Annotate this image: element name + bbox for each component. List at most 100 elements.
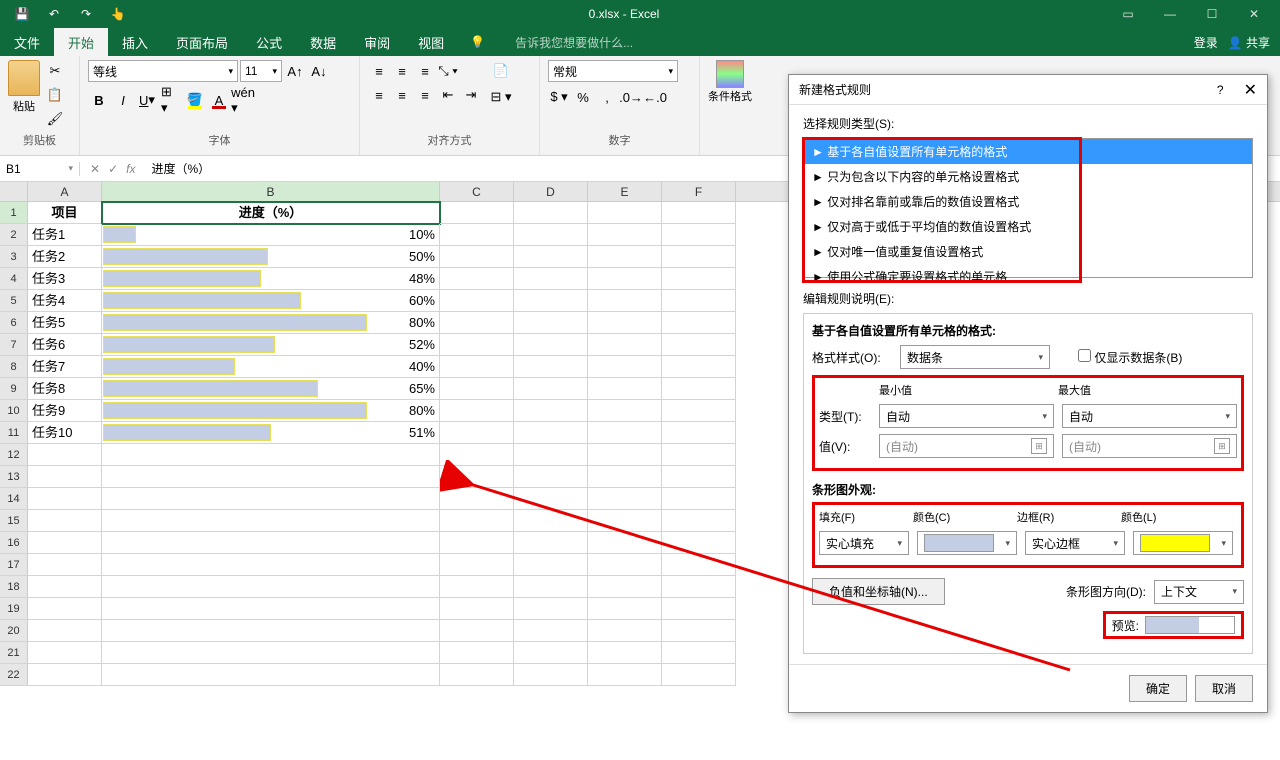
- cell[interactable]: [514, 356, 588, 378]
- cell[interactable]: [440, 620, 514, 642]
- cell[interactable]: [662, 268, 736, 290]
- row-header[interactable]: 9: [0, 378, 28, 400]
- ok-button[interactable]: 确定: [1129, 675, 1187, 702]
- cell[interactable]: [102, 576, 440, 598]
- row-header[interactable]: 3: [0, 246, 28, 268]
- min-type-combo[interactable]: 自动▾: [879, 404, 1054, 428]
- cell[interactable]: [514, 620, 588, 642]
- cell[interactable]: [588, 598, 662, 620]
- comma-icon[interactable]: ,: [596, 86, 618, 108]
- cell[interactable]: [514, 466, 588, 488]
- cell[interactable]: [588, 334, 662, 356]
- cell[interactable]: [588, 312, 662, 334]
- bar-direction-combo[interactable]: 上下文▾: [1154, 580, 1244, 604]
- cell[interactable]: [102, 466, 440, 488]
- cell[interactable]: [28, 444, 102, 466]
- cell[interactable]: [662, 554, 736, 576]
- redo-icon[interactable]: ↷: [74, 4, 98, 24]
- cell[interactable]: [662, 642, 736, 664]
- cell[interactable]: [514, 510, 588, 532]
- cell[interactable]: [440, 356, 514, 378]
- cell[interactable]: [588, 620, 662, 642]
- cell[interactable]: [662, 334, 736, 356]
- cell[interactable]: [440, 444, 514, 466]
- close-icon[interactable]: ✕: [1234, 2, 1274, 26]
- dialog-help-icon[interactable]: ?: [1217, 83, 1224, 97]
- cell[interactable]: [440, 598, 514, 620]
- cell[interactable]: [28, 466, 102, 488]
- font-size-combo[interactable]: 11 ▾: [240, 60, 282, 82]
- cell[interactable]: [662, 312, 736, 334]
- ribbon-options-icon[interactable]: ▭: [1108, 2, 1148, 26]
- cell[interactable]: [588, 356, 662, 378]
- cell[interactable]: [662, 202, 736, 224]
- font-name-combo[interactable]: 等线 ▾: [88, 60, 238, 82]
- login-link[interactable]: 登录: [1194, 34, 1218, 51]
- cell[interactable]: [514, 664, 588, 686]
- border-color-combo[interactable]: ▾: [1133, 531, 1233, 555]
- cell[interactable]: [588, 202, 662, 224]
- cell[interactable]: 60%: [102, 290, 440, 312]
- row-header[interactable]: 21: [0, 642, 28, 664]
- tab-layout[interactable]: 页面布局: [162, 28, 242, 56]
- fill-color-combo[interactable]: ▾: [917, 531, 1017, 555]
- cell[interactable]: [102, 488, 440, 510]
- cell[interactable]: [440, 466, 514, 488]
- cell[interactable]: [662, 224, 736, 246]
- wrap-text-button[interactable]: 📄: [486, 60, 516, 82]
- cell[interactable]: [514, 202, 588, 224]
- negative-axis-button[interactable]: 负值和坐标轴(N)...: [812, 578, 945, 605]
- min-value-input[interactable]: (自动)⊞: [879, 434, 1054, 458]
- col-header-F[interactable]: F: [662, 182, 736, 201]
- cell[interactable]: [102, 620, 440, 642]
- cell[interactable]: [588, 224, 662, 246]
- row-header[interactable]: 12: [0, 444, 28, 466]
- row-header[interactable]: 4: [0, 268, 28, 290]
- row-header[interactable]: 1: [0, 202, 28, 224]
- tab-formulas[interactable]: 公式: [242, 28, 296, 56]
- cell[interactable]: [662, 664, 736, 686]
- align-top-icon[interactable]: ≡: [368, 60, 390, 82]
- border-combo[interactable]: 实心边框▾: [1025, 531, 1125, 555]
- cell[interactable]: 任务2: [28, 246, 102, 268]
- cell[interactable]: [514, 532, 588, 554]
- tab-data[interactable]: 数据: [296, 28, 350, 56]
- col-header-D[interactable]: D: [514, 182, 588, 201]
- cell[interactable]: [102, 598, 440, 620]
- cell[interactable]: [588, 466, 662, 488]
- undo-icon[interactable]: ↶: [42, 4, 66, 24]
- cell[interactable]: [514, 290, 588, 312]
- ref-picker-icon[interactable]: ⊞: [1031, 438, 1047, 454]
- cell[interactable]: 任务4: [28, 290, 102, 312]
- cell[interactable]: [440, 400, 514, 422]
- cell[interactable]: [440, 246, 514, 268]
- cell[interactable]: [28, 620, 102, 642]
- cell[interactable]: [662, 356, 736, 378]
- cell[interactable]: [514, 444, 588, 466]
- cell[interactable]: [588, 290, 662, 312]
- col-header-C[interactable]: C: [440, 182, 514, 201]
- increase-font-icon[interactable]: A↑: [284, 60, 306, 82]
- paste-button[interactable]: 粘贴: [8, 60, 40, 114]
- cell[interactable]: [440, 334, 514, 356]
- cell[interactable]: [662, 598, 736, 620]
- cell[interactable]: 51%: [102, 422, 440, 444]
- row-header[interactable]: 11: [0, 422, 28, 444]
- row-header[interactable]: 19: [0, 598, 28, 620]
- cell[interactable]: [514, 268, 588, 290]
- copy-icon[interactable]: 📋: [44, 84, 66, 106]
- cell[interactable]: 52%: [102, 334, 440, 356]
- italic-button[interactable]: I: [112, 89, 134, 111]
- rule-type-item[interactable]: ► 基于各自值设置所有单元格的格式: [804, 139, 1252, 164]
- cell[interactable]: [440, 422, 514, 444]
- row-header[interactable]: 8: [0, 356, 28, 378]
- cell[interactable]: [440, 642, 514, 664]
- cancel-button[interactable]: 取消: [1195, 675, 1253, 702]
- cell[interactable]: [102, 642, 440, 664]
- cell[interactable]: 任务1: [28, 224, 102, 246]
- merge-button[interactable]: ⊟ ▾: [486, 86, 516, 108]
- phonetic-button[interactable]: wén ▾: [232, 89, 254, 111]
- col-header-A[interactable]: A: [28, 182, 102, 201]
- dialog-close-icon[interactable]: ✕: [1244, 80, 1257, 100]
- tab-home[interactable]: 开始: [54, 28, 108, 56]
